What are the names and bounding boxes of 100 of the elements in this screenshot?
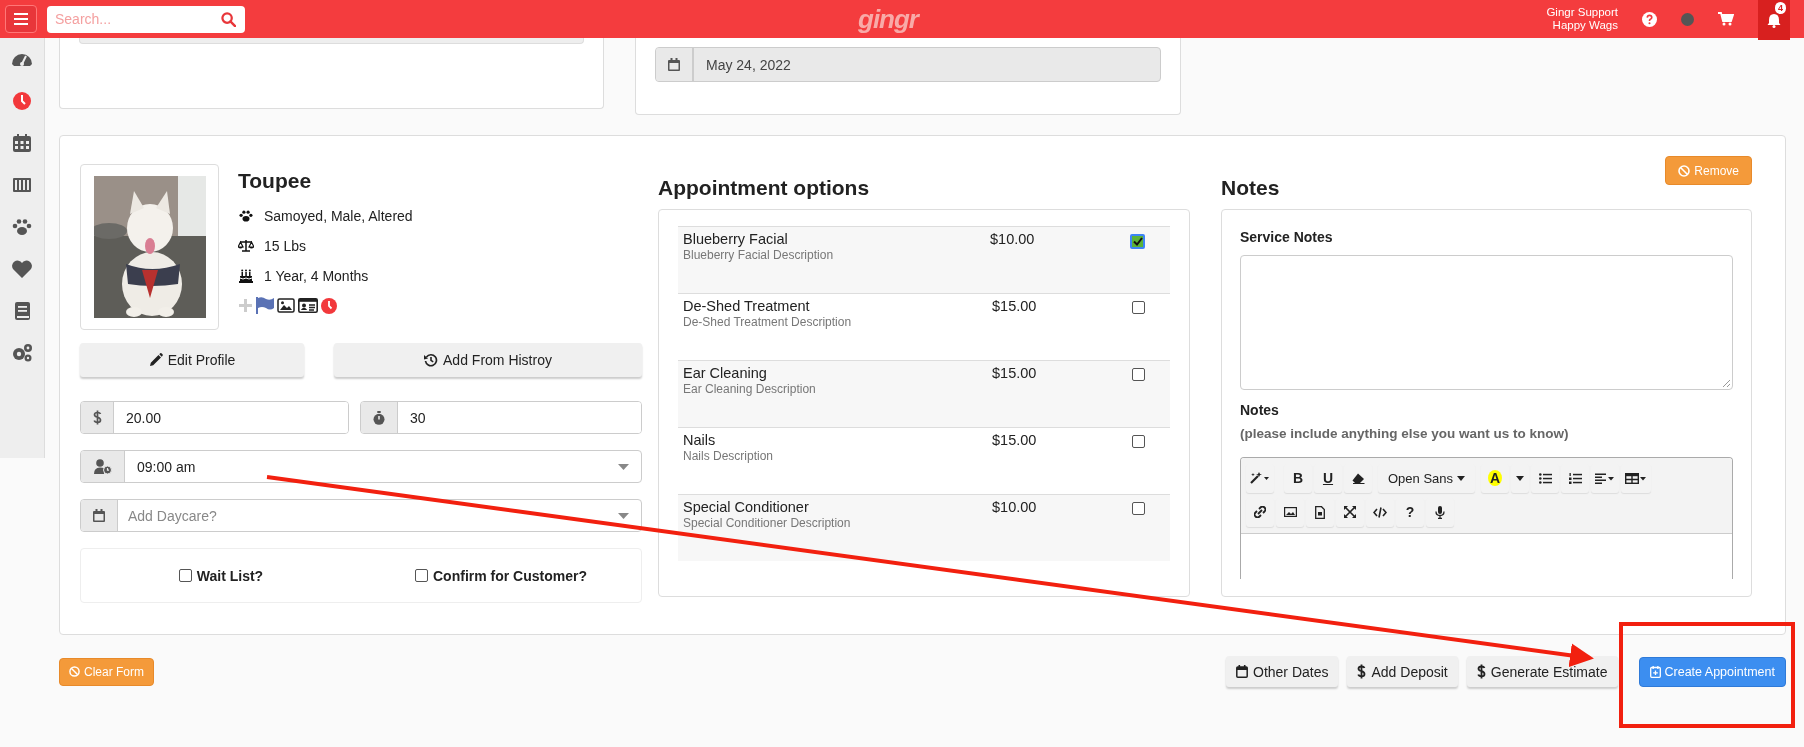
calendar-icon — [93, 509, 105, 522]
checkbox[interactable] — [178, 569, 192, 582]
option-price: $15.00 — [992, 298, 1038, 314]
footer-button[interactable]: Other Dates — [1226, 656, 1339, 687]
option-name: Special Conditioner — [683, 499, 810, 515]
option-price: $10.00 — [990, 231, 1036, 247]
dollar-icon — [92, 410, 102, 425]
highlight-button[interactable]: A — [1481, 463, 1510, 493]
bell-icon[interactable] — [1767, 12, 1781, 28]
duration-field[interactable]: 30 — [360, 401, 642, 434]
check-icon — [1132, 237, 1143, 246]
time-select[interactable]: 09:00 am — [80, 450, 642, 483]
checkbox[interactable] — [1132, 368, 1145, 381]
sidebar-item[interactable] — [10, 90, 34, 112]
weight-text: 15 Lbs — [264, 238, 307, 254]
font-dropdown[interactable]: Open Sans — [1378, 463, 1476, 493]
caret-icon — [618, 512, 629, 519]
caret-icon — [1516, 475, 1525, 481]
cake-icon — [238, 269, 254, 283]
table-icon — [1625, 472, 1648, 484]
edit-profile-button[interactable]: Edit Profile — [80, 343, 304, 377]
menu-button[interactable] — [5, 5, 37, 33]
calendar-plus-icon — [1649, 665, 1661, 678]
footer-button[interactable]: Add Deposit — [1347, 656, 1458, 687]
magic-wand-icon — [1250, 472, 1270, 484]
option-price: $15.00 — [992, 432, 1038, 448]
caret-icon — [1457, 475, 1466, 481]
microphone-icon — [1435, 505, 1445, 519]
checkbox[interactable] — [1132, 502, 1145, 515]
service-notes-field[interactable] — [1240, 255, 1733, 390]
option-name: Blueberry Facial — [683, 231, 789, 247]
age-text: 1 Year, 4 Months — [264, 268, 369, 284]
option-name: Nails — [683, 432, 717, 448]
sidebar-item[interactable] — [10, 216, 34, 238]
dollar-icon — [1476, 664, 1486, 679]
stopwatch-icon — [373, 410, 385, 425]
section-title: Appointment options — [658, 175, 871, 201]
footer-button[interactable]: Generate Estimate — [1466, 656, 1618, 687]
cart-icon[interactable] — [1718, 12, 1734, 26]
option-description: Special Conditioner Description — [683, 516, 852, 530]
sidebar-item[interactable] — [10, 132, 34, 154]
option-price: $15.00 — [992, 365, 1038, 381]
underline-button[interactable]: U — [1314, 463, 1342, 493]
option-description: Ear Cleaning Description — [683, 382, 817, 396]
checkbox-option[interactable]: Confirm for Customer? — [361, 567, 641, 584]
history-icon — [424, 353, 439, 367]
status-dot[interactable] — [1681, 12, 1694, 26]
notes-hint: (please include anything else you want us to know) — [1240, 426, 1570, 441]
breed-text: Samoyed, Male, Altered — [264, 208, 413, 224]
field-label: Notes — [1240, 402, 1280, 418]
option-description: Nails Description — [683, 449, 775, 463]
option-description: De-Shed Treatment Description — [683, 315, 853, 329]
option-description: Blueberry Facial Description — [683, 248, 835, 262]
field-label: Service Notes — [1240, 229, 1334, 245]
help-icon[interactable] — [1642, 11, 1657, 27]
clock-icon[interactable] — [321, 297, 337, 314]
caret-icon — [618, 463, 629, 470]
checkbox[interactable] — [1130, 234, 1145, 249]
checkbox[interactable] — [1132, 435, 1145, 448]
sidebar-item[interactable] — [10, 258, 34, 280]
add-from-history-button[interactable]: Add From Histroy — [334, 343, 642, 377]
scale-icon — [238, 239, 254, 253]
price-field[interactable]: 20.00 — [80, 401, 349, 434]
flag-icon[interactable] — [256, 297, 274, 314]
eraser-icon — [1351, 472, 1365, 484]
checkbox-option[interactable]: Wait List? — [81, 567, 361, 584]
option-name: De-Shed Treatment — [683, 298, 811, 314]
search-icon[interactable] — [221, 11, 236, 27]
notes-editor[interactable]: B U Open Sans A ? — [1240, 457, 1733, 579]
help-button[interactable]: ? — [1396, 497, 1424, 527]
file-icon — [1315, 505, 1325, 519]
image-icon — [1283, 507, 1297, 517]
paw-icon — [238, 209, 254, 223]
resize-handle-icon[interactable] — [1722, 379, 1730, 387]
dollar-icon — [1357, 664, 1367, 679]
expand-icon — [1344, 506, 1356, 518]
calendar-icon — [1236, 665, 1248, 678]
daycare-select[interactable]: Add Daycare? — [80, 499, 642, 532]
section-title: Notes — [1221, 175, 1280, 201]
image-icon[interactable] — [277, 298, 295, 313]
option-name: Ear Cleaning — [683, 365, 768, 381]
location-name: Happy Wags — [1552, 19, 1618, 32]
checkbox[interactable] — [415, 569, 428, 582]
pencil-icon — [148, 353, 163, 367]
pet-name: Toupee — [238, 169, 313, 193]
search-field[interactable]: Search... — [47, 5, 245, 33]
sidebar-item[interactable] — [10, 342, 34, 364]
calendar-icon — [668, 58, 680, 71]
bold-button[interactable]: B — [1284, 463, 1312, 493]
id-card-icon[interactable] — [298, 298, 318, 313]
ban-icon — [69, 666, 80, 677]
code-icon — [1373, 506, 1387, 518]
date-field[interactable]: May 24, 2022 — [655, 47, 1161, 82]
user-name: Gingr Support — [1546, 6, 1618, 19]
user-clock-icon — [93, 459, 112, 474]
link-icon — [1254, 506, 1266, 518]
align-left-icon — [1595, 472, 1616, 484]
menu-icon — [14, 13, 28, 25]
ban-icon — [1678, 164, 1691, 177]
checkbox[interactable] — [1132, 301, 1145, 314]
